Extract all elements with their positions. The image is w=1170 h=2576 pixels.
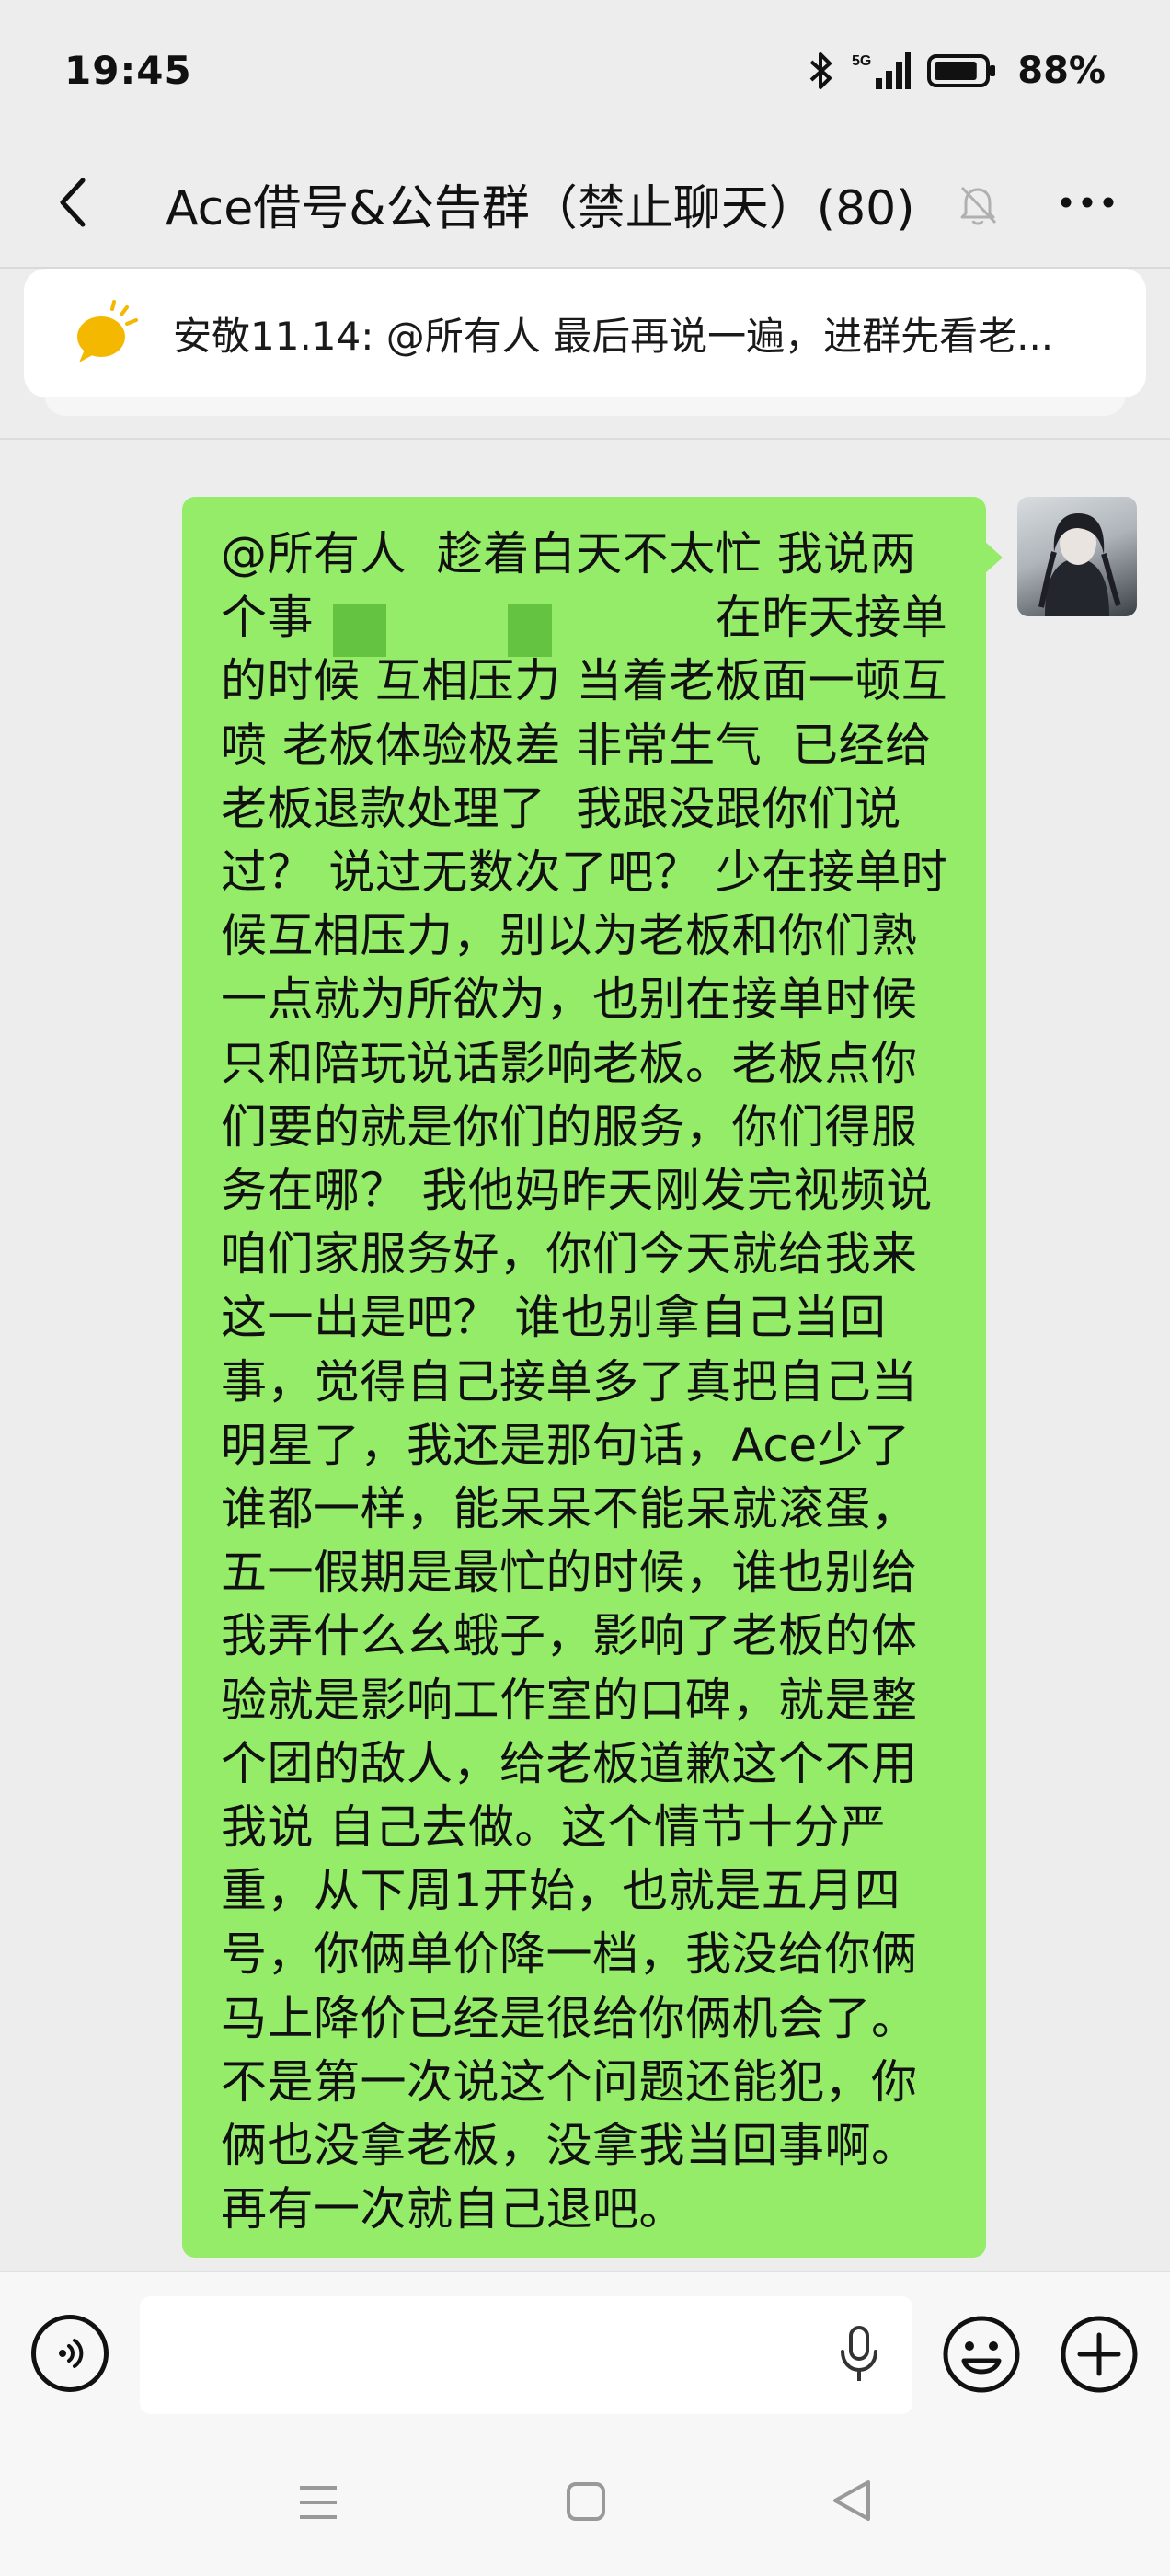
group-announcement[interactable]: 安敬11.14: @所有人 最后再说一遍，进群先看老... [24,269,1146,397]
microphone-icon[interactable] [837,2324,881,2385]
chat-header: Ace借号&公告群（禁止聊天）(80) [0,138,1170,267]
message-text: @所有人 趁着白天不太忙 我说两个事 在昨天接单的时候 互相压力 当着老板面一顿… [221,527,948,2237]
input-bar [0,2271,1170,2436]
back-button[interactable] [37,166,110,239]
megaphone-icon [77,300,138,362]
menu-icon[interactable] [296,2480,340,2524]
signal-5g-icon: 5G [852,52,912,89]
home-square-icon[interactable] [565,2480,607,2523]
avatar-portrait [1038,513,1121,616]
bell-off-icon [960,186,997,225]
bluetooth-icon [809,52,832,89]
redaction-block [508,604,552,657]
message-input[interactable] [140,2296,912,2414]
more-dots-icon [1061,197,1114,208]
status-bar: 19:45 5G 88% [0,0,1170,138]
back-triangle-icon[interactable] [830,2477,874,2524]
plus-icon[interactable] [1060,2315,1139,2394]
voice-toggle-button[interactable] [31,2315,109,2392]
more-options-button[interactable] [1050,175,1124,230]
chat-screen: 19:45 5G 88% Ace借号&公告群（禁止聊天）(80) 安敬11.14… [0,0,1170,2576]
bubble-tail [984,541,1003,574]
system-nav-bar [0,2436,1170,2576]
status-time: 19:45 [64,48,192,93]
chevron-left-icon [60,178,86,227]
announcement-divider [0,438,1170,440]
voice-icon [59,2339,84,2368]
battery-percent: 88% [1017,50,1106,92]
chat-title[interactable]: Ace借号&公告群（禁止聊天）(80) [166,169,915,238]
avatar[interactable] [1017,497,1137,616]
emoji-icon[interactable] [942,2315,1021,2394]
message-bubble[interactable]: @所有人 趁着白天不太忙 我说两个事 在昨天接单的时候 互相压力 当着老板面一顿… [182,497,986,2258]
battery-icon [927,54,996,87]
network-label: 5G [852,53,871,69]
announcement-text: 安敬11.14: @所有人 最后再说一遍，进群先看老... [173,313,1054,359]
redaction-block [333,604,386,657]
status-icons: 5G 88% [808,50,1106,92]
